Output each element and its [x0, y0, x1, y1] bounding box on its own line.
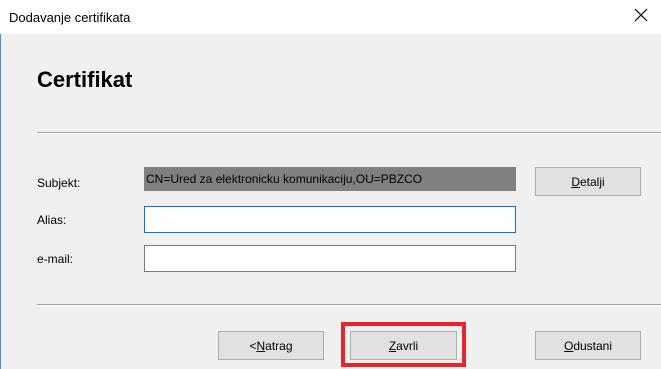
top-divider	[37, 132, 661, 134]
back-button-pre: <	[249, 338, 257, 353]
cancel-button-accel: O	[563, 338, 574, 353]
finish-button-post: avrli	[396, 338, 419, 353]
cancel-button-post: dustani	[573, 338, 613, 353]
subject-label: Subjekt:	[37, 176, 81, 190]
alias-input[interactable]	[144, 206, 516, 233]
back-button[interactable]: < Natrag	[218, 331, 324, 360]
back-button-post: atrag	[265, 338, 293, 353]
finish-button[interactable]: Zavrli	[350, 331, 457, 360]
page-heading: Certifikat	[37, 67, 133, 92]
details-button-accel: D	[571, 174, 580, 189]
finish-button-accel: Z	[388, 338, 397, 353]
email-input[interactable]	[144, 245, 516, 272]
dialog-window: Dodavanje certifikata Certifikat Subjekt…	[0, 0, 661, 369]
subject-value: CN=Ured za elektronicku komunikaciju,OU=…	[144, 167, 516, 191]
details-button-post: etalji	[579, 174, 605, 189]
bottom-divider	[37, 304, 661, 306]
back-button-accel: N	[256, 338, 266, 353]
details-button[interactable]: Detalji	[535, 167, 641, 196]
close-icon	[634, 8, 648, 27]
alias-label: Alias:	[37, 213, 67, 227]
window-title: Dodavanje certifikata	[9, 10, 131, 25]
close-button[interactable]	[621, 0, 661, 34]
email-label: e-mail:	[37, 252, 74, 266]
cancel-button[interactable]: Odustani	[535, 331, 641, 360]
title-bar: Dodavanje certifikata	[0, 0, 661, 34]
